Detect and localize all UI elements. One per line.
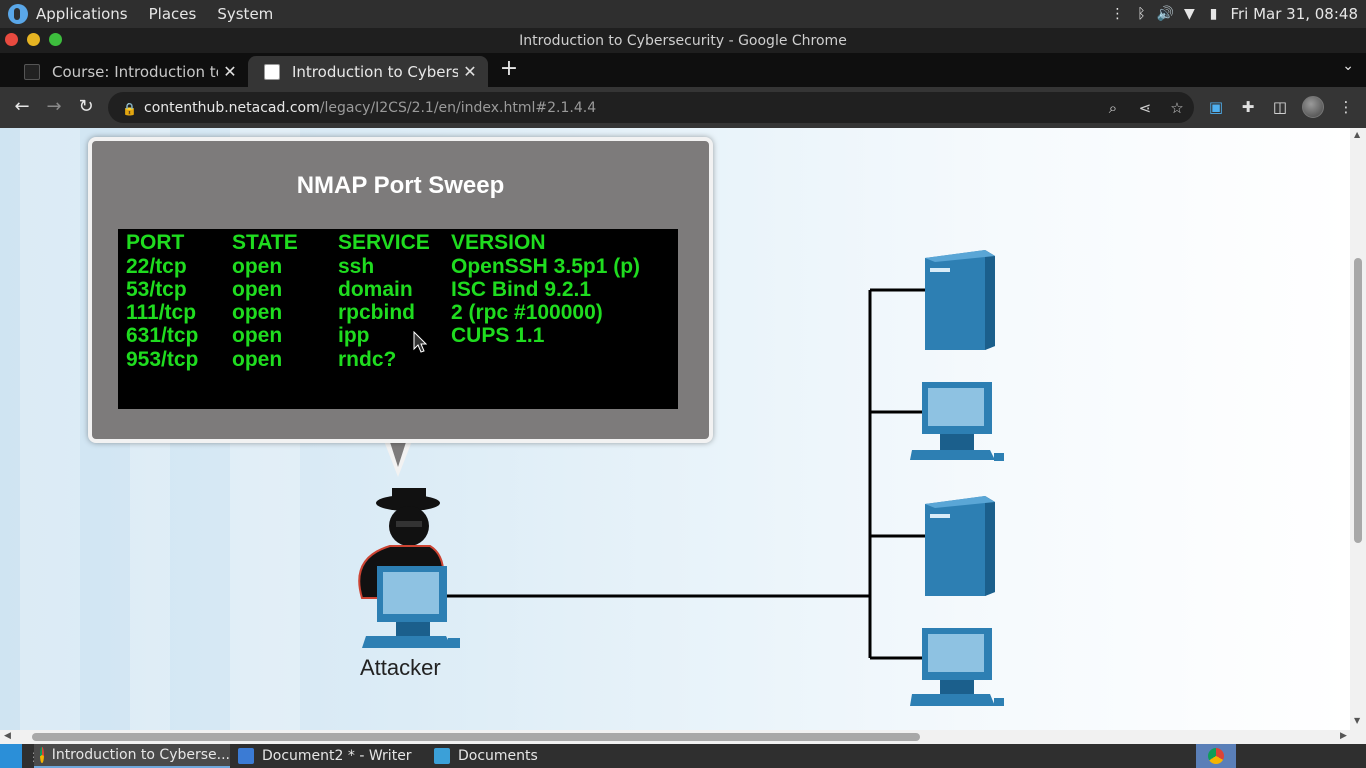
- lock-icon[interactable]: 🔒: [122, 102, 137, 116]
- taskbar-item-writer[interactable]: Document2 * - Writer: [232, 744, 428, 768]
- mouse-cursor-icon: [413, 331, 427, 353]
- chrome-icon: [1208, 748, 1224, 764]
- window-titlebar: Introduction to Cybersecurity - Google C…: [0, 28, 1366, 53]
- desktop-computer-icon: [910, 628, 1004, 706]
- url-text[interactable]: contenthub.netacad.com/legacy/I2CS/2.1/e…: [144, 100, 596, 116]
- battery-icon[interactable]: ▮: [1206, 6, 1220, 22]
- figure-title: NMAP Port Sweep: [296, 172, 505, 199]
- distro-logo-icon[interactable]: [8, 4, 28, 24]
- cisco-icon: [264, 63, 280, 80]
- scroll-up-icon[interactable]: ▲: [1354, 130, 1360, 139]
- clock[interactable]: Fri Mar 31, 08:48: [1230, 5, 1358, 23]
- bookmark-star-icon[interactable]: ☆: [1168, 99, 1186, 117]
- profile-avatar[interactable]: [1302, 96, 1324, 118]
- attacker-label: Attacker: [360, 655, 441, 680]
- speech-bubble-tail-inner: [389, 439, 407, 467]
- server-icon: [925, 250, 995, 350]
- attacker-figure-icon: [358, 488, 460, 648]
- speech-bubble: NMAP Port Sweep PORT STATE SERVICE VERSI…: [88, 137, 713, 443]
- tab-title: Course: Introduction to Cy: [52, 62, 218, 81]
- tab-introduction[interactable]: Introduction to Cybersecur ✕: [248, 56, 488, 87]
- maximize-window-button[interactable]: [49, 33, 62, 46]
- tab-title: Introduction to Cybersecur: [292, 62, 458, 81]
- nmap-output-terminal: PORT STATE SERVICE VERSION 22/tcp open s…: [118, 229, 678, 409]
- minimize-window-button[interactable]: [27, 33, 40, 46]
- writer-icon: [238, 748, 254, 764]
- cisco-icon: [24, 63, 40, 80]
- window-title: Introduction to Cybersecurity - Google C…: [519, 32, 847, 49]
- system-tray: ⋮ ᛒ 🔊 ▼ ▮ Fri Mar 31, 08:48: [1110, 0, 1358, 28]
- tab-course[interactable]: Course: Introduction to Cy ✕: [8, 56, 248, 87]
- vertical-scrollbar[interactable]: ▲ ▼: [1350, 128, 1366, 730]
- show-desktop-button[interactable]: [0, 744, 22, 768]
- tab-search-chevron-icon[interactable]: ⌄: [1342, 58, 1354, 74]
- back-arrow-icon[interactable]: ←: [10, 95, 34, 119]
- volume-icon[interactable]: 🔊: [1157, 6, 1174, 22]
- close-window-button[interactable]: [5, 33, 18, 46]
- menu-system[interactable]: System: [217, 5, 273, 23]
- taskbar: ⋮ Introduction to Cyberse... Document2 *…: [0, 744, 1366, 768]
- scroll-right-icon[interactable]: ▶: [1340, 731, 1347, 741]
- reload-icon[interactable]: ↻: [74, 95, 98, 119]
- taskbar-item-chrome[interactable]: Introduction to Cyberse...: [34, 744, 230, 768]
- new-tab-icon[interactable]: +: [497, 57, 521, 81]
- desktop-computer-icon: [910, 382, 1004, 461]
- browser-toolbar: ← → ↻ 🔒 contenthub.netacad.com/legacy/I2…: [0, 87, 1366, 128]
- forward-arrow-icon[interactable]: →: [42, 95, 66, 119]
- vertical-scroll-thumb[interactable]: [1354, 258, 1362, 543]
- folder-icon: [434, 748, 450, 764]
- page-content: NMAP Port Sweep PORT STATE SERVICE VERSI…: [0, 128, 1350, 730]
- zoom-icon[interactable]: ⌕: [1104, 99, 1122, 117]
- tray-chrome-button[interactable]: [1196, 744, 1236, 768]
- close-tab-icon[interactable]: ✕: [458, 62, 482, 81]
- share-icon[interactable]: ⋖: [1136, 99, 1154, 117]
- server-icon: [925, 496, 995, 596]
- puzzle-extensions-icon[interactable]: ✚: [1238, 97, 1258, 117]
- bluetooth-icon[interactable]: ᛒ: [1134, 6, 1148, 22]
- horizontal-scroll-thumb[interactable]: [32, 733, 920, 741]
- top-panel: Applications Places System ⋮ ᛒ 🔊 ▼ ▮ Fri…: [0, 0, 1366, 28]
- horizontal-scrollbar[interactable]: ◀ ▶: [0, 730, 1366, 744]
- kebab-menu-icon[interactable]: ⋮: [1110, 6, 1124, 22]
- tab-strip: Course: Introduction to Cy ✕ Introductio…: [0, 53, 1366, 87]
- side-panel-icon[interactable]: ◫: [1270, 97, 1290, 117]
- scroll-down-icon[interactable]: ▼: [1354, 716, 1360, 725]
- scroll-left-icon[interactable]: ◀: [4, 731, 11, 741]
- taskbar-item-documents[interactable]: Documents: [428, 744, 588, 768]
- menu-applications[interactable]: Applications: [36, 5, 128, 23]
- chrome-menu-icon[interactable]: ⋮: [1336, 97, 1356, 117]
- menu-places[interactable]: Places: [149, 5, 197, 23]
- chrome-icon: [40, 747, 44, 763]
- extension-icon[interactable]: ▣: [1206, 97, 1226, 117]
- address-bar[interactable]: 🔒 contenthub.netacad.com/legacy/I2CS/2.1…: [108, 92, 1194, 123]
- wifi-icon[interactable]: ▼: [1182, 6, 1196, 22]
- close-tab-icon[interactable]: ✕: [218, 62, 242, 81]
